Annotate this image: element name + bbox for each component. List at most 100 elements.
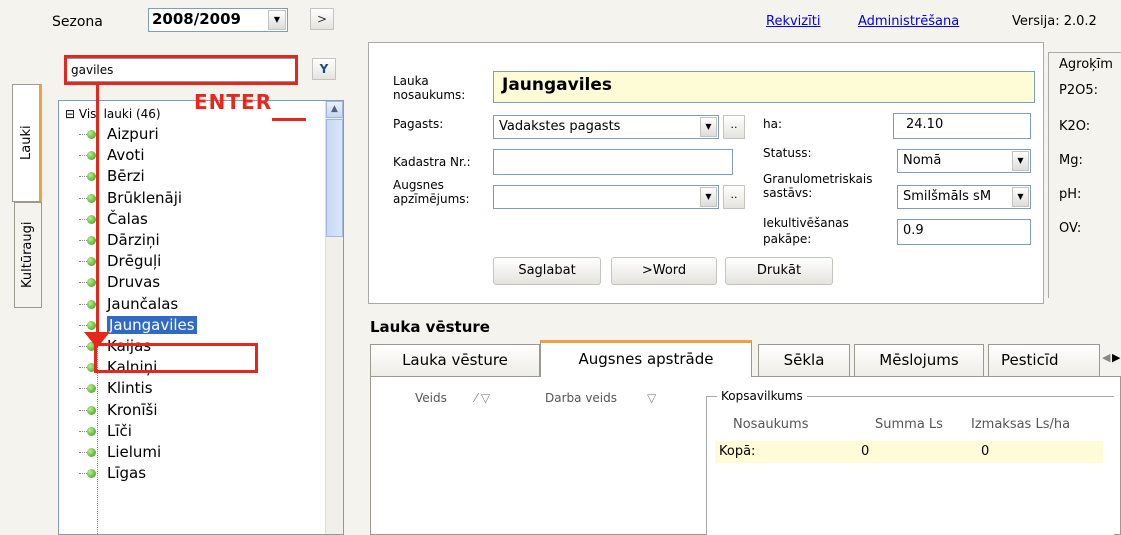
version-label: Versija: 2.0.2 [1012, 14, 1097, 29]
sum-col-name[interactable]: Nosaukums [733, 417, 808, 432]
tree-item-label: Druvas [107, 273, 161, 292]
tree-connector [79, 134, 87, 135]
tree-item[interactable]: Brūklenāji [79, 189, 182, 207]
tree-item[interactable]: Klintis [79, 379, 153, 397]
tab-kulturaugi[interactable]: Kultūraugi [14, 202, 42, 308]
tree-item[interactable]: Jaunčalas [79, 295, 178, 313]
kadastra-label: Kadastra Nr.: [393, 155, 471, 169]
word-export-button[interactable]: >Word [611, 257, 717, 285]
tree-connector [79, 218, 87, 220]
filter-icon[interactable]: ▽ [647, 391, 656, 405]
tab-meslojums[interactable]: Mēslojums [854, 344, 984, 376]
tree-item-label: Kronīši [107, 400, 158, 419]
field-form: Lauka nosaukums: Jaungaviles Pagasts: Va… [368, 42, 1044, 304]
tree-item[interactable]: Drēguļi [79, 252, 161, 270]
fields-tree[interactable]: ⊟ Visi lauki (46) Aizpuri Avoti Bērzi Brūkl… [58, 100, 344, 535]
tree-connector [79, 367, 87, 369]
chevron-down-icon[interactable]: ▼ [700, 117, 717, 137]
iekult-label-2: pakāpe: [763, 232, 812, 246]
tree-item[interactable]: Līgas [79, 464, 146, 482]
tab-lauka-vesture[interactable]: Lauka vēsture [370, 344, 540, 376]
tree-item[interactable]: Dārziņi [79, 231, 160, 249]
sort-filter-icon[interactable]: ⁄ ▽ [475, 391, 490, 405]
tree-item[interactable]: Lielumi [79, 443, 161, 461]
save-button[interactable]: Saglabat [493, 257, 601, 285]
print-button[interactable]: Drukāt [725, 257, 833, 285]
sum-row-sum: 0 [861, 444, 870, 459]
granulo-label-1: Granulometriskais [763, 172, 873, 186]
granulo-label-2: sastāvs: [763, 186, 813, 200]
status-dot-icon [87, 151, 96, 161]
granulo-select[interactable]: Smilšmāls sM ▼ [897, 185, 1031, 209]
tree-connector [79, 176, 87, 178]
statuss-select[interactable]: Nomā ▼ [897, 149, 1031, 173]
status-dot-icon [87, 236, 96, 245]
status-dot-icon [87, 384, 96, 394]
tree-item[interactable]: Bērzi [79, 167, 145, 185]
agro-k2o: K2O: [1059, 119, 1091, 134]
tab-pesticidi[interactable]: Pesticīd [988, 344, 1100, 376]
agro-p2o5: P2O5: [1059, 83, 1098, 98]
status-dot-icon [87, 172, 96, 182]
collapse-icon[interactable]: ⊟ [65, 107, 75, 121]
chevron-down-icon[interactable]: ▼ [268, 10, 286, 30]
tree-connector [79, 155, 87, 157]
history-tabs: Lauka vēsture Augsnes apstrāde Sēkla Mēs… [370, 340, 1121, 377]
pagasts-label: Pagasts: [393, 117, 444, 131]
agro-title: Agroķīm [1059, 57, 1113, 72]
sum-col-cost[interactable]: Izmaksas Ls/ha [971, 417, 1070, 432]
chevron-down-icon[interactable]: ▼ [1012, 151, 1029, 171]
tree-item[interactable]: Līči [79, 422, 132, 440]
tree-item[interactable]: Avoti [79, 146, 145, 164]
tree-item[interactable]: Aizpuri [79, 125, 159, 143]
scroll-thumb[interactable] [326, 119, 343, 237]
pagasts-browse-button[interactable]: .. [723, 115, 745, 139]
enter-annotation: ENTER [194, 90, 273, 114]
history-title: Lauka vēsture [370, 318, 490, 336]
tree-item-selected[interactable]: Jaungaviles [79, 315, 197, 334]
chevron-down-icon[interactable]: ▼ [1012, 187, 1029, 207]
administresana-link[interactable]: Administrēšana [858, 14, 959, 29]
season-select[interactable]: 2008/2009 ▼ [148, 8, 288, 32]
ha-field[interactable]: 24.10 [893, 113, 1031, 139]
filter-icon[interactable]: Y [312, 58, 336, 80]
status-dot-icon [87, 130, 96, 139]
tab-lauki-label: Lauki [19, 125, 34, 161]
tree-item-label: Jaungaviles [107, 315, 197, 334]
augsnes-select[interactable]: ▼ [493, 185, 719, 209]
sum-row-label: Kopā: [719, 444, 756, 459]
tab-scroll-left-icon[interactable]: ◀ [1102, 348, 1111, 368]
status-dot-icon [87, 278, 96, 288]
tree-root[interactable]: ⊟ Visi lauki (46) [65, 107, 161, 121]
tab-scroll-right-icon[interactable]: ▶ [1112, 348, 1121, 368]
tree-connector [79, 324, 87, 326]
iekult-field[interactable]: 0.9 [897, 219, 1031, 245]
augsnes-browse-button[interactable]: .. [723, 185, 745, 209]
sum-col-sum[interactable]: Summa Ls [875, 417, 943, 432]
tree-connector [79, 303, 87, 305]
tree-item-label: Čalas [107, 209, 148, 228]
iekult-label-1: Iekultivēšanas [763, 216, 849, 230]
tree-item[interactable]: Druvas [79, 273, 161, 292]
tree-item[interactable]: Čalas [79, 209, 148, 228]
tab-lauki[interactable]: Lauki [12, 84, 42, 202]
next-season-button[interactable]: > [310, 8, 334, 30]
kadastra-field[interactable] [493, 149, 733, 175]
status-dot-icon [87, 448, 96, 457]
rekviziti-link[interactable]: Rekvizīti [766, 14, 820, 29]
tree-scrollbar[interactable]: ▲ [325, 101, 343, 534]
pagasts-select[interactable]: Vadakstes pagasts ▼ [493, 115, 719, 139]
scroll-up-icon[interactable]: ▲ [326, 101, 343, 118]
tab-augsnes-apstrade[interactable]: Augsnes apstrāde [540, 340, 752, 377]
col-veids[interactable]: Veids [415, 391, 447, 405]
name-field[interactable]: Jaungaviles [493, 71, 1035, 103]
pagasts-value: Vadakstes pagasts [499, 119, 621, 134]
chevron-down-icon[interactable]: ▼ [700, 187, 717, 207]
col-darba-veids[interactable]: Darba veids [545, 391, 617, 405]
search-highlight [64, 55, 298, 85]
tree-connector [79, 430, 87, 432]
summary-row[interactable]: Kopā: 0 0 [715, 441, 1103, 463]
tab-sekla[interactable]: Sēkla [758, 344, 850, 376]
tree-item[interactable]: Kronīši [79, 400, 158, 419]
tree-root-label: Visi lauki (46) [78, 107, 161, 121]
